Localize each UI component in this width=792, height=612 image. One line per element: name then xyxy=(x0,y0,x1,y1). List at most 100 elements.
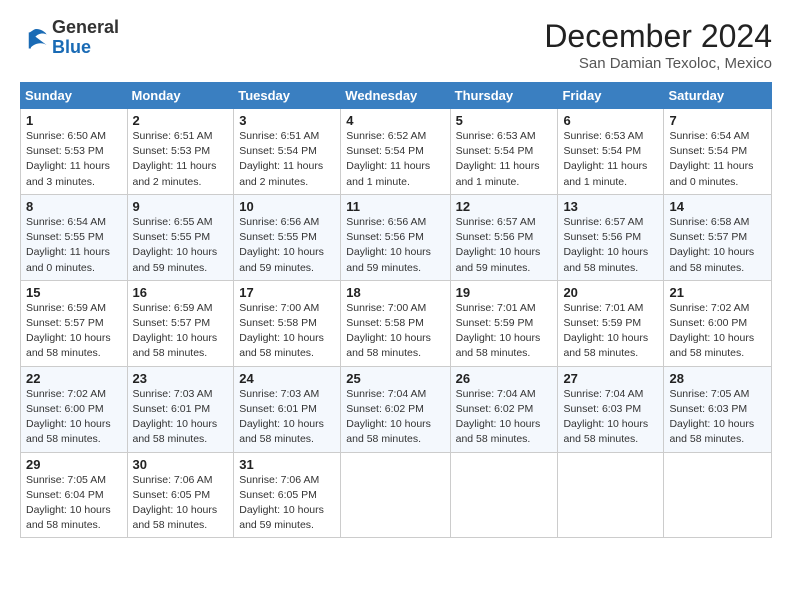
day-number: 7 xyxy=(669,113,766,128)
col-tuesday: Tuesday xyxy=(234,83,341,109)
day-number: 25 xyxy=(346,371,444,386)
table-row: 20Sunrise: 7:01 AMSunset: 5:59 PMDayligh… xyxy=(558,280,664,366)
day-number: 4 xyxy=(346,113,444,128)
table-row: 22Sunrise: 7:02 AMSunset: 6:00 PMDayligh… xyxy=(21,366,128,452)
day-number: 20 xyxy=(563,285,658,300)
day-number: 18 xyxy=(346,285,444,300)
logo: General Blue xyxy=(20,18,119,58)
day-detail: Sunrise: 6:54 AMSunset: 5:55 PMDaylight:… xyxy=(26,215,122,276)
day-number: 3 xyxy=(239,113,335,128)
col-saturday: Saturday xyxy=(664,83,772,109)
table-row: 30Sunrise: 7:06 AMSunset: 6:05 PMDayligh… xyxy=(127,452,234,538)
day-number: 31 xyxy=(239,457,335,472)
table-row: 16Sunrise: 6:59 AMSunset: 5:57 PMDayligh… xyxy=(127,280,234,366)
day-detail: Sunrise: 7:02 AMSunset: 6:00 PMDaylight:… xyxy=(26,387,122,448)
day-detail: Sunrise: 7:04 AMSunset: 6:02 PMDaylight:… xyxy=(346,387,444,448)
logo-icon xyxy=(20,24,48,52)
col-wednesday: Wednesday xyxy=(341,83,450,109)
col-monday: Monday xyxy=(127,83,234,109)
day-number: 5 xyxy=(456,113,553,128)
table-row: 12Sunrise: 6:57 AMSunset: 5:56 PMDayligh… xyxy=(450,194,558,280)
day-detail: Sunrise: 7:05 AMSunset: 6:04 PMDaylight:… xyxy=(26,473,122,534)
logo-blue: Blue xyxy=(52,37,91,57)
day-detail: Sunrise: 6:59 AMSunset: 5:57 PMDaylight:… xyxy=(133,301,229,362)
day-detail: Sunrise: 6:58 AMSunset: 5:57 PMDaylight:… xyxy=(669,215,766,276)
table-row: 3Sunrise: 6:51 AMSunset: 5:54 PMDaylight… xyxy=(234,109,341,195)
table-row: 31Sunrise: 7:06 AMSunset: 6:05 PMDayligh… xyxy=(234,452,341,538)
day-detail: Sunrise: 6:51 AMSunset: 5:53 PMDaylight:… xyxy=(133,129,229,190)
day-number: 29 xyxy=(26,457,122,472)
day-detail: Sunrise: 7:01 AMSunset: 5:59 PMDaylight:… xyxy=(456,301,553,362)
day-number: 13 xyxy=(563,199,658,214)
day-number: 8 xyxy=(26,199,122,214)
table-row: 23Sunrise: 7:03 AMSunset: 6:01 PMDayligh… xyxy=(127,366,234,452)
day-number: 22 xyxy=(26,371,122,386)
table-row: 27Sunrise: 7:04 AMSunset: 6:03 PMDayligh… xyxy=(558,366,664,452)
table-row: 18Sunrise: 7:00 AMSunset: 5:58 PMDayligh… xyxy=(341,280,450,366)
table-row xyxy=(341,452,450,538)
day-number: 26 xyxy=(456,371,553,386)
calendar-title: December 2024 xyxy=(544,18,772,55)
day-detail: Sunrise: 7:06 AMSunset: 6:05 PMDaylight:… xyxy=(133,473,229,534)
day-detail: Sunrise: 6:55 AMSunset: 5:55 PMDaylight:… xyxy=(133,215,229,276)
table-row xyxy=(664,452,772,538)
logo-general: General xyxy=(52,17,119,37)
day-number: 27 xyxy=(563,371,658,386)
day-number: 12 xyxy=(456,199,553,214)
table-row: 2Sunrise: 6:51 AMSunset: 5:53 PMDaylight… xyxy=(127,109,234,195)
day-detail: Sunrise: 6:59 AMSunset: 5:57 PMDaylight:… xyxy=(26,301,122,362)
day-detail: Sunrise: 6:51 AMSunset: 5:54 PMDaylight:… xyxy=(239,129,335,190)
table-row: 21Sunrise: 7:02 AMSunset: 6:00 PMDayligh… xyxy=(664,280,772,366)
table-row: 29Sunrise: 7:05 AMSunset: 6:04 PMDayligh… xyxy=(21,452,128,538)
calendar-week-row: 1Sunrise: 6:50 AMSunset: 5:53 PMDaylight… xyxy=(21,109,772,195)
day-detail: Sunrise: 6:57 AMSunset: 5:56 PMDaylight:… xyxy=(563,215,658,276)
day-detail: Sunrise: 6:53 AMSunset: 5:54 PMDaylight:… xyxy=(456,129,553,190)
table-row: 19Sunrise: 7:01 AMSunset: 5:59 PMDayligh… xyxy=(450,280,558,366)
day-number: 21 xyxy=(669,285,766,300)
table-row: 26Sunrise: 7:04 AMSunset: 6:02 PMDayligh… xyxy=(450,366,558,452)
day-number: 23 xyxy=(133,371,229,386)
col-sunday: Sunday xyxy=(21,83,128,109)
calendar-week-row: 8Sunrise: 6:54 AMSunset: 5:55 PMDaylight… xyxy=(21,194,772,280)
table-row: 1Sunrise: 6:50 AMSunset: 5:53 PMDaylight… xyxy=(21,109,128,195)
logo-text: General Blue xyxy=(52,18,119,58)
calendar-subtitle: San Damian Texoloc, Mexico xyxy=(544,55,772,72)
day-number: 6 xyxy=(563,113,658,128)
table-row xyxy=(450,452,558,538)
table-row: 11Sunrise: 6:56 AMSunset: 5:56 PMDayligh… xyxy=(341,194,450,280)
calendar-header-row: Sunday Monday Tuesday Wednesday Thursday… xyxy=(21,83,772,109)
table-row: 8Sunrise: 6:54 AMSunset: 5:55 PMDaylight… xyxy=(21,194,128,280)
day-detail: Sunrise: 7:03 AMSunset: 6:01 PMDaylight:… xyxy=(133,387,229,448)
day-detail: Sunrise: 6:56 AMSunset: 5:56 PMDaylight:… xyxy=(346,215,444,276)
day-number: 17 xyxy=(239,285,335,300)
header: General Blue December 2024 San Damian Te… xyxy=(20,18,772,72)
day-number: 28 xyxy=(669,371,766,386)
title-block: December 2024 San Damian Texoloc, Mexico xyxy=(544,18,772,72)
day-detail: Sunrise: 7:02 AMSunset: 6:00 PMDaylight:… xyxy=(669,301,766,362)
table-row: 14Sunrise: 6:58 AMSunset: 5:57 PMDayligh… xyxy=(664,194,772,280)
day-detail: Sunrise: 6:52 AMSunset: 5:54 PMDaylight:… xyxy=(346,129,444,190)
calendar-week-row: 15Sunrise: 6:59 AMSunset: 5:57 PMDayligh… xyxy=(21,280,772,366)
calendar-week-row: 22Sunrise: 7:02 AMSunset: 6:00 PMDayligh… xyxy=(21,366,772,452)
day-detail: Sunrise: 6:50 AMSunset: 5:53 PMDaylight:… xyxy=(26,129,122,190)
day-number: 16 xyxy=(133,285,229,300)
col-friday: Friday xyxy=(558,83,664,109)
day-number: 15 xyxy=(26,285,122,300)
day-number: 14 xyxy=(669,199,766,214)
table-row: 4Sunrise: 6:52 AMSunset: 5:54 PMDaylight… xyxy=(341,109,450,195)
day-number: 10 xyxy=(239,199,335,214)
table-row: 13Sunrise: 6:57 AMSunset: 5:56 PMDayligh… xyxy=(558,194,664,280)
day-number: 9 xyxy=(133,199,229,214)
table-row: 24Sunrise: 7:03 AMSunset: 6:01 PMDayligh… xyxy=(234,366,341,452)
day-number: 1 xyxy=(26,113,122,128)
day-detail: Sunrise: 6:54 AMSunset: 5:54 PMDaylight:… xyxy=(669,129,766,190)
day-number: 24 xyxy=(239,371,335,386)
table-row: 28Sunrise: 7:05 AMSunset: 6:03 PMDayligh… xyxy=(664,366,772,452)
day-detail: Sunrise: 7:05 AMSunset: 6:03 PMDaylight:… xyxy=(669,387,766,448)
day-detail: Sunrise: 7:04 AMSunset: 6:03 PMDaylight:… xyxy=(563,387,658,448)
day-number: 11 xyxy=(346,199,444,214)
day-detail: Sunrise: 6:56 AMSunset: 5:55 PMDaylight:… xyxy=(239,215,335,276)
calendar-week-row: 29Sunrise: 7:05 AMSunset: 6:04 PMDayligh… xyxy=(21,452,772,538)
table-row xyxy=(558,452,664,538)
day-detail: Sunrise: 7:01 AMSunset: 5:59 PMDaylight:… xyxy=(563,301,658,362)
